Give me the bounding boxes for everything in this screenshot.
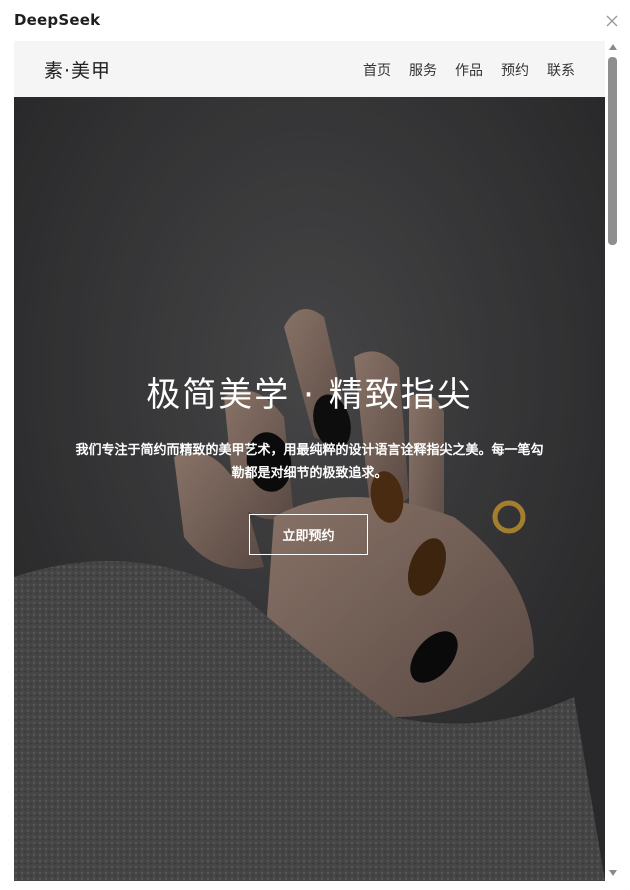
scrollbar-thumb[interactable] <box>608 57 617 245</box>
hero-description: 我们专注于简约而精致的美甲艺术，用最纯粹的设计语言诠释指尖之美。每一笔勾勒都是对… <box>75 443 544 481</box>
vertical-scrollbar[interactable] <box>606 41 620 881</box>
nav-item-booking[interactable]: 预约 <box>501 60 529 80</box>
close-icon[interactable] <box>605 14 619 28</box>
hero-title: 极简美学 · 精致指尖 <box>146 375 473 415</box>
site-logo[interactable]: 素·美甲 <box>44 56 111 83</box>
scroll-down-arrow-icon[interactable] <box>609 870 617 876</box>
main-nav: 首页 服务 作品 预约 联系 <box>363 60 575 80</box>
site-header: 素·美甲 首页 服务 作品 预约 联系 <box>14 41 605 98</box>
nav-item-works[interactable]: 作品 <box>455 60 483 80</box>
hero-section: 极简美学 · 精致指尖 我们专注于简约而精致的美甲艺术，用最纯粹的设计语言诠释指… <box>14 97 605 881</box>
scroll-up-arrow-icon[interactable] <box>609 44 617 50</box>
window-titlebar: DeepSeek <box>0 0 630 40</box>
hero-background-image <box>14 97 605 881</box>
nav-item-contact[interactable]: 联系 <box>547 60 575 80</box>
nav-item-services[interactable]: 服务 <box>409 60 437 80</box>
book-now-button[interactable]: 立即预约 <box>249 514 368 555</box>
app-title: DeepSeek <box>14 11 101 29</box>
nav-item-home[interactable]: 首页 <box>363 60 391 80</box>
page-viewport: 素·美甲 首页 服务 作品 预约 联系 极简美学 · 精致指尖 我们专注于简约而… <box>14 41 605 881</box>
